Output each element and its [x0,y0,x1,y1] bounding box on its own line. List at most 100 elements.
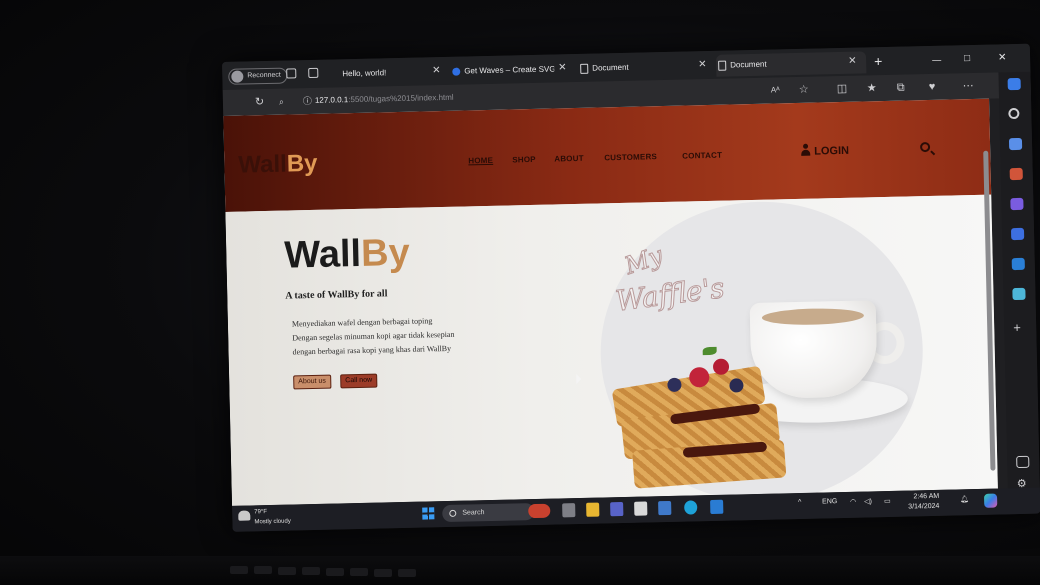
keyboard-key [254,566,272,574]
volume-icon[interactable]: ◁) [864,497,872,505]
weather-desc: Mostly cloudy [254,518,291,526]
copilot-taskbar-icon[interactable] [983,493,998,508]
task-view-icon[interactable] [562,503,576,518]
edge-sidebar: + ⚙ [998,71,1040,493]
keyboard-key [230,566,248,574]
wifi-icon[interactable]: ◠ [850,498,856,506]
tab-document-1[interactable]: Document [578,55,698,80]
header-search-icon[interactable] [919,141,931,153]
outlook-icon[interactable] [1011,257,1025,271]
profile-button[interactable]: Reconnect [228,67,288,85]
close-window-button[interactable]: ✕ [998,48,1007,68]
tab-actions-icon[interactable] [308,67,319,79]
tab-title: Document [730,59,767,70]
split-screen-icon[interactable]: ◫ [837,81,848,97]
close-tab-icon[interactable]: ✕ [432,61,441,81]
hero-section: WallBy A taste of WallBy for all Menyedi… [225,194,998,506]
keyboard-key [398,569,416,577]
favorite-star-icon[interactable]: ☆ [799,82,809,98]
windows-start-icon[interactable] [422,507,435,520]
teams-icon[interactable] [610,502,624,517]
sidebar-layout-icon[interactable] [1016,455,1030,469]
site-logo[interactable]: WallBy [238,150,318,180]
avatar-icon [231,70,244,83]
keyboard-key [326,568,344,576]
maximize-button[interactable]: □ [964,49,970,69]
microsoft365-icon[interactable] [1010,227,1025,241]
login-label: LOGIN [814,144,850,158]
notification-bell-icon[interactable]: 🔔︎ [960,495,969,503]
mouse-cursor-icon [576,373,582,385]
weather-widget[interactable]: 79°F Mostly cloudy [238,507,291,528]
collections-icon[interactable]: ⧉ [897,80,905,96]
keyboard-key [350,568,368,576]
close-tab-icon[interactable]: ✕ [558,58,567,78]
taskbar-search[interactable]: Search [442,503,535,523]
add-sidebar-app-icon[interactable]: + [1013,320,1026,335]
user-icon [800,144,811,156]
nav-contact[interactable]: CONTACT [682,151,722,161]
call-now-button[interactable]: Call now [340,373,378,389]
keyboard-key [278,567,296,575]
url-path: :5500/tugas%2015/index.html [348,92,454,105]
clock-date: 3/14/2024 [908,502,940,511]
drop-icon[interactable] [1012,287,1026,301]
photo-stage: Reconnect Hello, world! ✕ Get Waves – Cr… [0,0,1040,585]
minimize-button[interactable]: — [932,50,941,70]
photos-icon[interactable] [658,500,672,516]
nav-home[interactable]: HOME [468,156,493,166]
login-link[interactable]: LOGIN [800,143,849,158]
tab-get-waves[interactable]: Get Waves – Create SVG wa [450,58,555,82]
browser-essentials-icon[interactable]: ♥ [929,79,936,95]
close-tab-icon[interactable]: ✕ [698,55,707,75]
vscode-icon[interactable] [710,499,724,515]
read-aloud-icon[interactable]: Aᴬ [771,82,780,98]
battery-icon[interactable]: ▭ [884,497,891,505]
search-icon[interactable]: ⌕ [279,94,284,110]
favorites-icon[interactable]: ★ [867,80,877,96]
language-indicator[interactable]: ENG [822,498,837,505]
logo-part2: By [286,149,318,178]
refresh-icon[interactable]: ↻ [255,94,265,110]
profile-label: Reconnect [247,71,281,80]
sidebar-search-icon[interactable] [1008,107,1020,120]
nav-customers[interactable]: CUSTOMERS [604,152,657,162]
taskbar-search-label: Search [462,509,485,517]
tools-icon[interactable] [1009,167,1023,181]
web-page: WallBy HOME SHOP ABOUT CUSTOMERS CONTACT… [223,98,998,506]
shopping-icon[interactable] [1008,137,1023,151]
laptop-keyboard [0,556,1040,585]
site-header: WallBy HOME SHOP ABOUT CUSTOMERS CONTACT… [223,98,992,212]
about-us-button[interactable]: About us [293,374,332,390]
workspaces-icon[interactable] [286,68,297,79]
edge-icon[interactable] [684,500,698,515]
keyboard-key [302,567,320,575]
hero-title-part2: By [360,231,411,275]
hero-description: Menyediakan wafel dengan berbagai toping… [292,313,493,360]
file-explorer-icon[interactable] [586,502,600,517]
nav-about[interactable]: ABOUT [554,154,584,164]
copilot-icon[interactable] [1007,77,1021,91]
url-field[interactable]: 127.0.0.1:5500/tugas%2015/index.html [315,90,454,109]
close-tab-icon[interactable]: ✕ [848,52,857,72]
games-icon[interactable] [1010,197,1024,211]
tab-title: Document [592,62,629,73]
url-host: 127.0.0.1 [314,95,349,105]
store-icon[interactable] [634,501,648,516]
tab-hello-world[interactable]: Hello, world! [328,61,440,86]
taskbar-clock[interactable]: 2:46 AM 3/14/2024 [908,492,940,513]
hero-title: WallBy [284,232,410,278]
laptop-screen: Reconnect Hello, world! ✕ Get Waves – Cr… [222,43,1040,532]
nav-shop[interactable]: SHOP [512,155,536,165]
info-icon[interactable]: ⓘ [303,93,312,109]
logo-part1: Wall [238,150,288,179]
search-highlight-icon[interactable] [528,503,551,519]
tab-title: Hello, world! [342,68,387,79]
tab-document-2[interactable]: Document [715,51,867,77]
document-favicon-icon [718,60,727,71]
new-tab-button[interactable]: + [874,51,883,71]
tab-title: Get Waves – Create SVG wa [464,64,555,76]
more-options-icon[interactable]: ⋯ [963,78,974,94]
tray-chevron-icon[interactable]: ^ [798,499,801,506]
document-favicon-icon [580,63,589,74]
